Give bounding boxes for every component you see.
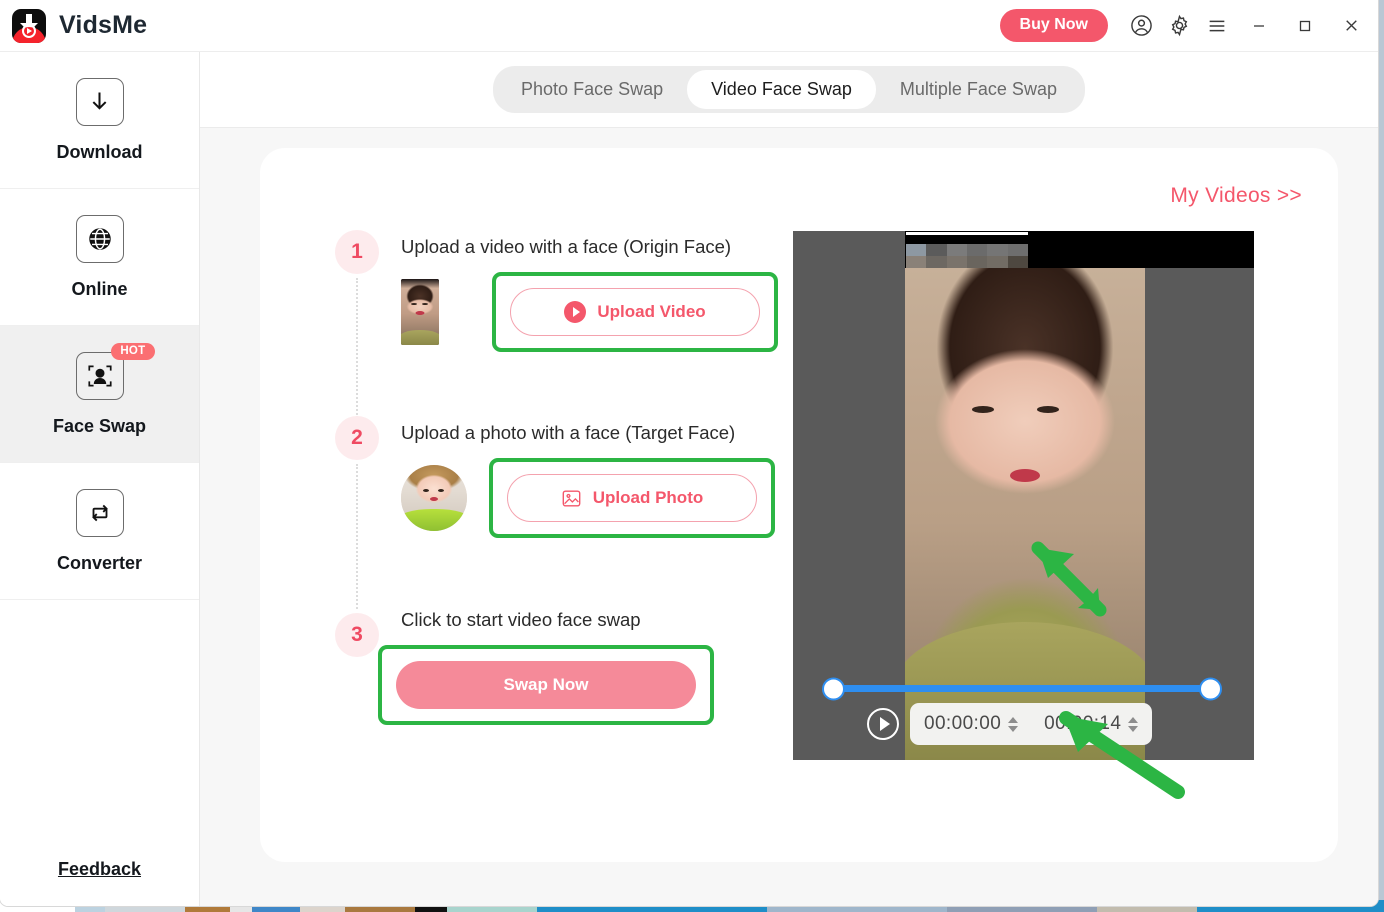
highlight-box-swap-now: Swap Now — [378, 645, 714, 725]
step-number-badge: 2 — [335, 416, 379, 460]
main-content: Photo Face Swap Video Face Swap Multiple… — [200, 52, 1378, 906]
minimize-button[interactable] — [1236, 6, 1282, 46]
convert-arrows-icon — [75, 488, 124, 537]
app-title: VidsMe — [59, 11, 148, 39]
step-controls: Swap Now — [335, 645, 795, 725]
end-time-value: 00:00:14 — [1044, 713, 1122, 734]
step-title: Upload a photo with a face (Target Face) — [401, 422, 736, 443]
vidsme-download-logo-icon — [12, 8, 46, 43]
step-controls: Upload Photo — [401, 458, 795, 538]
globe-icon — [75, 214, 124, 263]
video-frame — [905, 231, 1145, 760]
step-controls: Upload Video — [401, 272, 795, 352]
start-time-value: 00:00:00 — [924, 713, 1002, 734]
title-bar: VidsMe Buy Now — [0, 0, 1378, 52]
play-icon[interactable] — [867, 708, 899, 740]
upload-video-button[interactable]: Upload Video — [510, 288, 760, 336]
play-circle-icon — [564, 301, 587, 323]
step-1: 1 Upload a video with a face (Origin Fac… — [335, 230, 795, 418]
application-window: VidsMe Buy Now Download Online HOT Face … — [0, 0, 1378, 906]
sidebar: Download Online HOT Face Swap Converter … — [0, 52, 200, 906]
upload-video-label: Upload Video — [597, 302, 706, 321]
step-3: 3 Click to start video face swap Swap No… — [335, 603, 795, 725]
photo-thumbnail[interactable] — [401, 465, 467, 531]
image-icon — [561, 489, 582, 508]
content-area: My Videos >> 1 Upload a video with a fac… — [200, 128, 1378, 906]
player-controls: 00:00:00 00:00:14 — [867, 703, 1153, 745]
trim-range-slider[interactable] — [822, 677, 1222, 700]
sidebar-item-label: Converter — [56, 552, 143, 573]
face-swap-tab-group: Photo Face Swap Video Face Swap Multiple… — [493, 66, 1085, 113]
feedback-link[interactable]: Feedback — [0, 859, 199, 906]
account-circle-icon[interactable] — [1122, 6, 1160, 46]
step-title: Upload a video with a face (Origin Face) — [401, 236, 732, 257]
sidebar-item-download[interactable]: Download — [0, 52, 199, 189]
highlight-box-upload-photo: Upload Photo — [489, 458, 775, 538]
tab-photo-face-swap[interactable]: Photo Face Swap — [497, 70, 687, 109]
tab-multiple-face-swap[interactable]: Multiple Face Swap — [876, 70, 1081, 109]
hamburger-menu-icon[interactable] — [1198, 6, 1236, 46]
gear-icon[interactable] — [1160, 6, 1198, 46]
trim-handle-end[interactable] — [1199, 677, 1222, 700]
download-arrow-icon — [75, 77, 124, 126]
start-time-stepper[interactable] — [1008, 716, 1019, 732]
close-button[interactable] — [1328, 6, 1374, 46]
step-title: Click to start video face swap — [401, 609, 641, 630]
body-area: Download Online HOT Face Swap Converter … — [0, 52, 1378, 906]
video-portrait-image — [905, 231, 1145, 760]
trim-handle-start[interactable] — [822, 677, 845, 700]
sidebar-item-converter[interactable]: Converter — [0, 463, 199, 600]
upload-photo-button[interactable]: Upload Photo — [507, 474, 757, 522]
tab-video-face-swap[interactable]: Video Face Swap — [687, 70, 876, 109]
highlight-box-upload-video: Upload Video — [492, 272, 778, 352]
step-connector-dots — [356, 278, 358, 418]
sidebar-item-online[interactable]: Online — [0, 189, 199, 326]
sidebar-item-label: Face Swap — [52, 415, 147, 436]
end-time-field[interactable]: 00:00:14 — [1044, 713, 1139, 735]
steps-list: 1 Upload a video with a face (Origin Fac… — [335, 230, 795, 725]
end-time-stepper[interactable] — [1128, 716, 1139, 732]
face-swap-card: My Videos >> 1 Upload a video with a fac… — [260, 148, 1338, 862]
start-time-field[interactable]: 00:00:00 — [924, 713, 1019, 735]
buy-now-button[interactable]: Buy Now — [999, 9, 1108, 42]
video-preview-panel[interactable]: 00:00:00 00:00:14 — [793, 231, 1254, 760]
sidebar-item-face-swap[interactable]: HOT Face Swap — [0, 326, 199, 463]
upload-photo-label: Upload Photo — [592, 488, 704, 507]
step-connector-dots — [356, 464, 358, 609]
step-2: 2 Upload a photo with a face (Target Fac… — [335, 416, 795, 609]
title-bar-controls: Buy Now — [999, 6, 1378, 46]
step-number-badge: 1 — [335, 230, 379, 274]
time-range-box: 00:00:00 00:00:14 — [910, 703, 1153, 745]
face-frame-icon: HOT — [75, 342, 155, 400]
maximize-button[interactable] — [1282, 6, 1328, 46]
sidebar-item-label: Download — [56, 141, 143, 162]
pixelated-overlay — [906, 232, 1028, 268]
hot-badge: HOT — [111, 342, 155, 360]
sidebar-item-label: Online — [71, 278, 128, 299]
step-number-badge: 3 — [335, 613, 379, 657]
swap-now-button[interactable]: Swap Now — [396, 661, 696, 709]
app-logo-group: VidsMe — [12, 8, 148, 43]
video-thumbnail[interactable] — [401, 279, 439, 345]
tab-bar: Photo Face Swap Video Face Swap Multiple… — [200, 52, 1378, 128]
my-videos-link[interactable]: My Videos >> — [1170, 184, 1302, 208]
